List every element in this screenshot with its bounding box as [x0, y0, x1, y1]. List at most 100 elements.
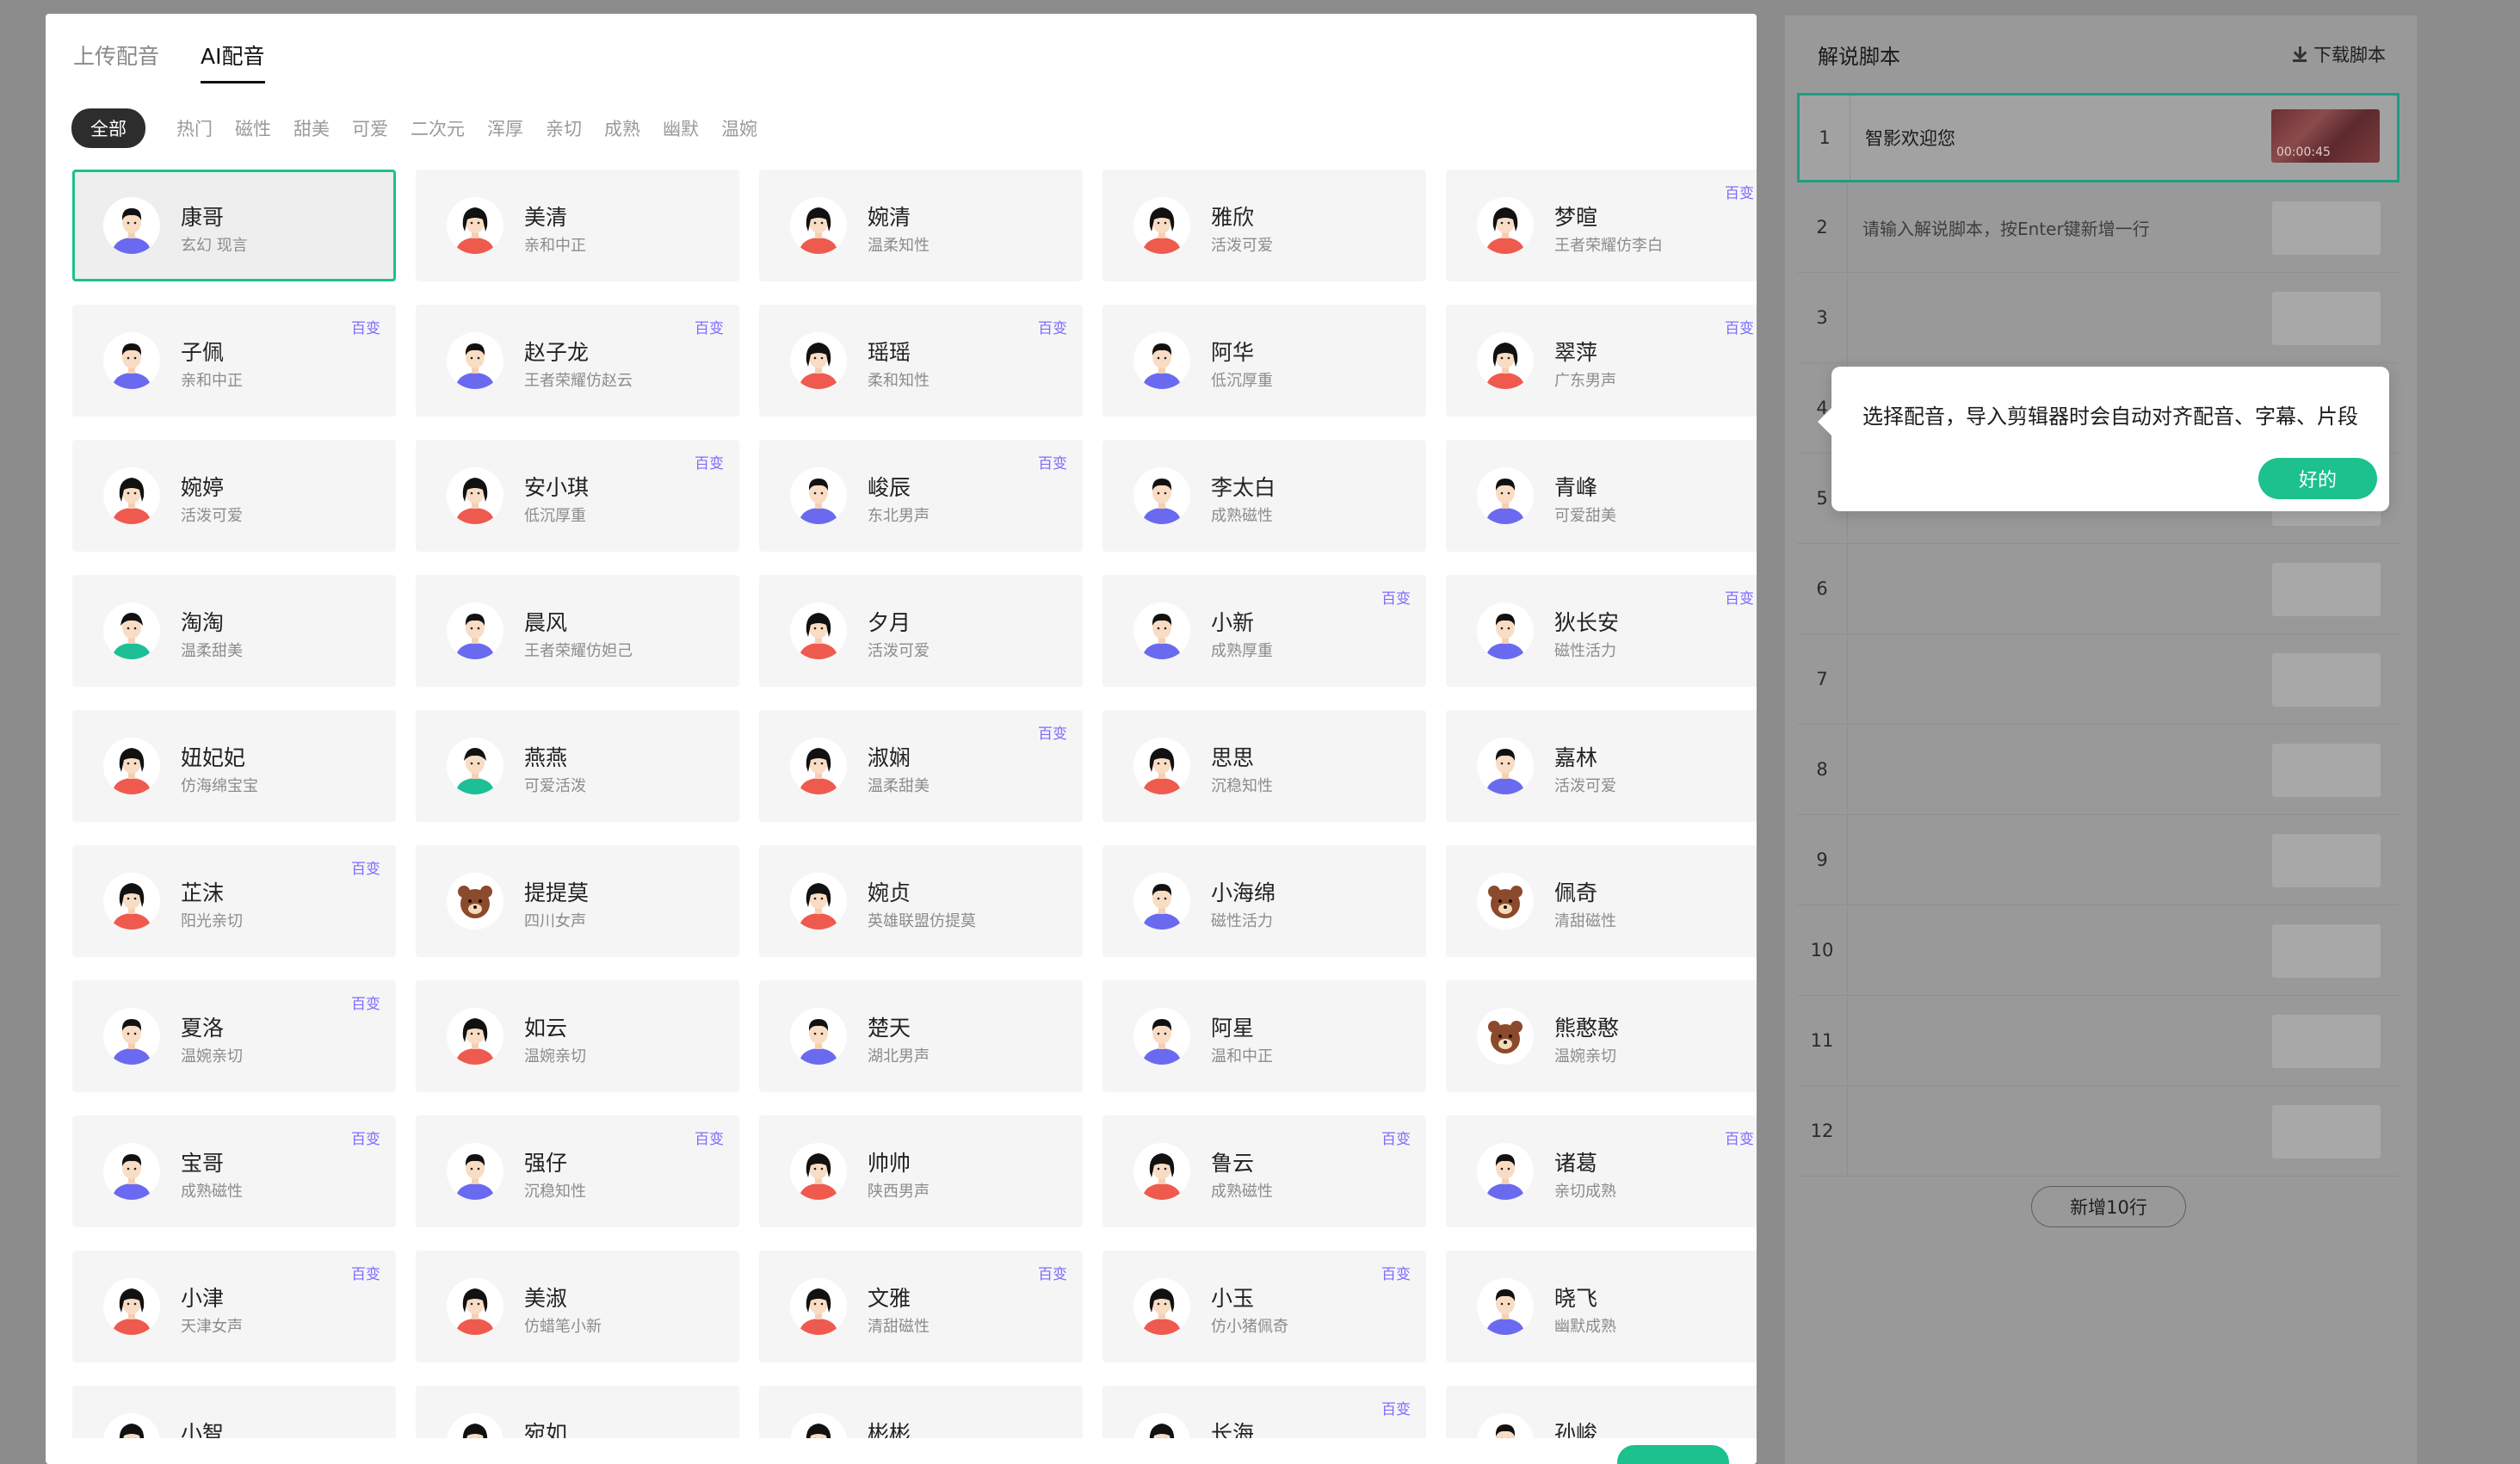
voice-card[interactable]: 燕燕 可爱活泼: [416, 710, 739, 822]
voice-badge: 百变: [1725, 320, 1754, 337]
voice-card[interactable]: 妞妃妃 仿海绵宝宝: [72, 710, 396, 822]
voice-card[interactable]: 文雅 清甜磁性 百变: [759, 1251, 1083, 1362]
filter-8[interactable]: 成熟: [604, 115, 640, 141]
script-row[interactable]: 2 请输入解说脚本，按Enter键新增一行: [1797, 182, 2400, 273]
voice-card[interactable]: 婉清 温柔知性: [759, 170, 1083, 281]
tooltip-ok-button[interactable]: 好的: [2258, 458, 2377, 499]
clip-thumbnail[interactable]: [2272, 292, 2381, 345]
voice-card[interactable]: 安小琪 低沉厚重 百变: [416, 440, 739, 552]
filter-9[interactable]: 幽默: [663, 115, 699, 141]
voice-card[interactable]: 佩奇 清甜磁性: [1446, 845, 1757, 957]
female-avatar-icon: [103, 873, 160, 930]
voice-card[interactable]: 雅欣 活泼可爱: [1102, 170, 1426, 281]
male-avatar-icon: [447, 332, 503, 389]
voice-card[interactable]: 小海绵 磁性活力: [1102, 845, 1426, 957]
script-row[interactable]: 10: [1797, 905, 2400, 996]
voice-card[interactable]: 青峰 可爱甜美: [1446, 440, 1757, 552]
voice-card[interactable]: 夕月 活泼可爱: [759, 575, 1083, 687]
voice-name: 狄长安: [1554, 610, 1620, 635]
clip-thumbnail[interactable]: [2272, 653, 2381, 707]
filter-4[interactable]: 可爱: [352, 115, 388, 141]
male-avatar-icon: [1133, 873, 1190, 930]
voice-card[interactable]: 淘淘 温柔甜美: [72, 575, 396, 687]
voice-desc: 活泼可爱: [1211, 237, 1273, 255]
filter-3[interactable]: 甜美: [293, 115, 330, 141]
script-row-text[interactable]: 请输入解说脚本，按Enter键新增一行: [1862, 182, 2150, 272]
voice-card[interactable]: 子佩 亲和中正 百变: [72, 305, 396, 417]
voice-card[interactable]: 阿华 低沉厚重: [1102, 305, 1426, 417]
tab-1[interactable]: AI配音: [201, 40, 265, 83]
female-avatar-icon: [790, 332, 847, 389]
filter-6[interactable]: 浑厚: [487, 115, 523, 141]
clip-thumbnail[interactable]: [2272, 924, 2381, 978]
voice-card[interactable]: 强仔 沉稳知性 百变: [416, 1115, 739, 1227]
clip-thumbnail[interactable]: [2272, 1015, 2381, 1068]
voice-card[interactable]: 小津 天津女声 百变: [72, 1251, 396, 1362]
clip-thumbnail[interactable]: [2272, 1105, 2381, 1158]
voice-card[interactable]: 李太白 成熟磁性: [1102, 440, 1426, 552]
clip-thumbnail[interactable]: [2272, 201, 2381, 255]
script-row[interactable]: 7: [1797, 634, 2400, 725]
filter-10[interactable]: 温婉: [721, 115, 757, 141]
voice-name: 安小琪: [524, 475, 590, 500]
voice-card[interactable]: 美清 亲和中正: [416, 170, 739, 281]
voice-card[interactable]: 晨风 王者荣耀仿妲己: [416, 575, 739, 687]
clip-thumbnail[interactable]: [2272, 834, 2381, 887]
tab-0[interactable]: 上传配音: [73, 40, 159, 83]
voice-card[interactable]: 婉贞 英雄联盟仿提莫: [759, 845, 1083, 957]
voice-card[interactable]: 诸葛 亲切成熟 百变: [1446, 1115, 1757, 1227]
voice-card[interactable]: 赵子龙 王者荣耀仿赵云 百变: [416, 305, 739, 417]
voice-card[interactable]: 小玉 仿小猪佩奇 百变: [1102, 1251, 1426, 1362]
script-row[interactable]: 12: [1797, 1086, 2400, 1177]
script-row[interactable]: 1 智影欢迎您 00:00:45: [1797, 93, 2400, 182]
female-avatar-icon: [790, 873, 847, 930]
voice-card[interactable]: 熊憨憨 温婉亲切: [1446, 980, 1757, 1092]
filter-5[interactable]: 二次元: [411, 115, 465, 141]
voice-name: 阿星: [1211, 1016, 1255, 1041]
download-script-button[interactable]: 下载脚本: [2293, 41, 2386, 67]
download-icon: [2293, 46, 2307, 62]
filter-1[interactable]: 热门: [176, 115, 213, 141]
voice-desc: 玄幻 现言: [181, 237, 248, 255]
voice-card[interactable]: 康哥 玄幻 现言: [72, 170, 396, 281]
clip-thumbnail[interactable]: [2272, 744, 2381, 797]
filter-0[interactable]: 全部: [71, 108, 145, 148]
voice-name: 晨风: [524, 610, 568, 635]
voice-card[interactable]: 思思 沉稳知性: [1102, 710, 1426, 822]
confirm-button[interactable]: [1617, 1445, 1729, 1464]
voice-card[interactable]: 翠萍 广东男声 百变: [1446, 305, 1757, 417]
voice-card[interactable]: 美淑 仿蜡笔小新: [416, 1251, 739, 1362]
script-row[interactable]: 8: [1797, 725, 2400, 815]
script-row[interactable]: 3: [1797, 273, 2400, 363]
voice-desc: 阳光亲切: [181, 912, 243, 930]
voice-card[interactable]: 楚天 湖北男声: [759, 980, 1083, 1092]
filter-7[interactable]: 亲切: [546, 115, 582, 141]
script-row[interactable]: 11: [1797, 996, 2400, 1086]
voice-card[interactable]: 峻辰 东北男声 百变: [759, 440, 1083, 552]
add-rows-button[interactable]: 新增10行: [2031, 1186, 2186, 1227]
voice-card[interactable]: 帅帅 陕西男声: [759, 1115, 1083, 1227]
voice-card[interactable]: 小新 成熟厚重 百变: [1102, 575, 1426, 687]
bear-avatar-icon: [1477, 1008, 1534, 1065]
voice-badge: 百变: [1725, 590, 1754, 608]
voice-card[interactable]: 狄长安 磁性活力 百变: [1446, 575, 1757, 687]
script-row-text[interactable]: 智影欢迎您: [1865, 96, 1955, 180]
filter-2[interactable]: 磁性: [235, 115, 271, 141]
voice-card[interactable]: 芷沫 阳光亲切 百变: [72, 845, 396, 957]
voice-card[interactable]: 晓飞 幽默成熟: [1446, 1251, 1757, 1362]
voice-card[interactable]: 宝哥 成熟磁性 百变: [72, 1115, 396, 1227]
voice-card[interactable]: 鲁云 成熟磁性 百变: [1102, 1115, 1426, 1227]
voice-card[interactable]: 如云 温婉亲切: [416, 980, 739, 1092]
clip-thumbnail[interactable]: 00:00:45: [2271, 109, 2380, 163]
voice-card[interactable]: 梦暄 王者荣耀仿李白 百变: [1446, 170, 1757, 281]
voice-card[interactable]: 夏洛 温婉亲切 百变: [72, 980, 396, 1092]
voice-card[interactable]: 嘉林 活泼可爱: [1446, 710, 1757, 822]
voice-card[interactable]: 阿星 温和中正: [1102, 980, 1426, 1092]
voice-card[interactable]: 婉婷 活泼可爱: [72, 440, 396, 552]
script-row[interactable]: 9: [1797, 815, 2400, 905]
voice-card[interactable]: 提提莫 四川女声: [416, 845, 739, 957]
voice-card[interactable]: 淑娴 温柔甜美 百变: [759, 710, 1083, 822]
clip-thumbnail[interactable]: [2272, 563, 2381, 616]
voice-card[interactable]: 瑶瑶 柔和知性 百变: [759, 305, 1083, 417]
script-row[interactable]: 6: [1797, 544, 2400, 634]
